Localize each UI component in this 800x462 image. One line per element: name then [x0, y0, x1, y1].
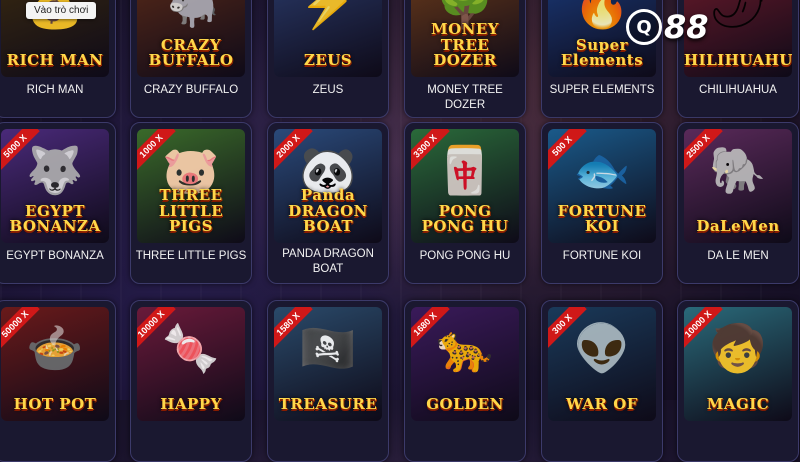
- game-card-magic[interactable]: 🧒 MAGIC 10000 X: [677, 300, 799, 462]
- game-thumbnail[interactable]: 👽 WAR OF 300 X: [548, 307, 656, 421]
- game-logo-text: MONEY TREE DOZER: [430, 19, 500, 70]
- mahjong-icon: 🀄: [436, 144, 494, 196]
- game-card-egypt-bonanza[interactable]: 🐺 EGYPT BONANZA 5000 X EGYPT BONANZA: [0, 122, 116, 284]
- lightning-icon: ⚡: [299, 0, 357, 30]
- hotpot-icon: 🍲: [26, 322, 84, 374]
- game-name: THREE LITTLE PIGS: [135, 250, 247, 262]
- game-thumbnail[interactable]: 🐃 CRAZY BUFFALO: [137, 0, 245, 77]
- panther-icon: 🐆: [436, 322, 494, 374]
- game-card-three-little-pigs[interactable]: 🐷 THREE LITTLE PIGS 1000 X THREE LITTLE PIG…: [130, 122, 252, 284]
- game-logo-text: EGYPT BONANZA: [9, 201, 101, 236]
- game-thumbnail[interactable]: ⚡ ZEUS: [274, 0, 382, 77]
- brand-logo: Q 88: [626, 8, 709, 46]
- game-thumbnail[interactable]: 🐟 FORTUNE KOI 500 X: [548, 129, 656, 243]
- game-thumbnail[interactable]: 🐼 Panda DRAGON BOAT 2000 X: [274, 129, 382, 243]
- anubis-icon: 🐺: [26, 144, 84, 196]
- game-logo-text: RICH MAN: [6, 51, 104, 70]
- game-card-treasure[interactable]: 🏴‍☠️ TREASURE 1580 X: [267, 300, 389, 462]
- game-logo-text: THREE LITTLE PIGS: [158, 185, 224, 236]
- game-card-war-of[interactable]: 👽 WAR OF 300 X: [541, 300, 663, 462]
- game-card-da-le-men[interactable]: 🐘 DaLeMen 2500 X DA LE MEN: [677, 122, 799, 284]
- enter-game-tooltip: Vào trò chơi: [26, 2, 97, 19]
- game-logo-text: Panda DRAGON BOAT: [288, 185, 368, 236]
- game-name: SUPER ELEMENTS: [549, 84, 655, 96]
- game-card-hot-pot[interactable]: 🍲 HOT POT 50000 X: [0, 300, 116, 462]
- game-name: CHILIHUAHUA: [699, 84, 777, 96]
- game-logo-text: PONG PONG HU: [421, 201, 509, 236]
- game-name: ZEUS: [312, 84, 344, 96]
- game-name: MONEY TREE DOZER: [427, 84, 503, 111]
- game-card-zeus[interactable]: ⚡ ZEUS ZEUS: [267, 0, 389, 118]
- game-logo-text: FORTUNE KOI: [557, 201, 647, 236]
- game-thumbnail[interactable]: 🐆 GOLDEN 1680 X: [411, 307, 519, 421]
- candy-icon: 🍬: [162, 322, 220, 374]
- game-name: EGYPT BONANZA: [6, 250, 104, 262]
- alien-icon: 👽: [573, 322, 631, 374]
- game-thumbnail[interactable]: 🐷 THREE LITTLE PIGS 1000 X: [137, 129, 245, 243]
- game-name: PANDA DRAGON BOAT: [282, 248, 374, 275]
- boy-icon: 🧒: [709, 322, 767, 374]
- buffalo-icon: 🐃: [162, 0, 220, 30]
- game-thumbnail[interactable]: 🍲 HOT POT 50000 X: [1, 307, 109, 421]
- game-thumbnail[interactable]: 🏴‍☠️ TREASURE 1580 X: [274, 307, 382, 421]
- game-thumbnail[interactable]: 🐺 EGYPT BONANZA 5000 X: [1, 129, 109, 243]
- game-card-fortune-koi[interactable]: 🐟 FORTUNE KOI 500 X FORTUNE KOI: [541, 122, 663, 284]
- koi-icon: 🐟: [573, 144, 631, 196]
- game-name: DA LE MEN: [707, 250, 769, 262]
- elephant-icon: 🐘: [709, 144, 767, 196]
- game-card-pong-pong-hu[interactable]: 🀄 PONG PONG HU 3300 X PONG PONG HU: [404, 122, 526, 284]
- game-thumbnail[interactable]: 🧒 MAGIC 10000 X: [684, 307, 792, 421]
- game-card-panda-dragon-boat[interactable]: 🐼 Panda DRAGON BOAT 2000 X PANDA DRAGON BOA…: [267, 122, 389, 284]
- game-logo-text: DaLeMen: [696, 217, 780, 236]
- brand-number: 88: [664, 8, 709, 46]
- game-card-golden[interactable]: 🐆 GOLDEN 1680 X: [404, 300, 526, 462]
- game-thumbnail[interactable]: 🀄 PONG PONG HU 3300 X: [411, 129, 519, 243]
- game-logo-text: ZEUS: [303, 51, 353, 70]
- game-logo-text: CHILIHUAHUA: [684, 51, 792, 70]
- game-thumbnail[interactable]: 🍬 HAPPY 10000 X: [137, 307, 245, 421]
- game-thumbnail[interactable]: 🌳 MONEY TREE DOZER: [411, 0, 519, 77]
- pirate-icon: 🏴‍☠️: [299, 322, 357, 374]
- game-name: CRAZY BUFFALO: [143, 84, 239, 96]
- game-card-money-tree-dozer[interactable]: 🌳 MONEY TREE DOZER MONEY TREE DOZER: [404, 0, 526, 118]
- game-name: PONG PONG HU: [419, 250, 511, 262]
- game-card-crazy-buffalo[interactable]: 🐃 CRAZY BUFFALO CRAZY BUFFALO: [130, 0, 252, 118]
- game-thumbnail[interactable]: 🐘 DaLeMen 2500 X: [684, 129, 792, 243]
- brand-badge: Q: [626, 9, 662, 45]
- game-name: FORTUNE KOI: [562, 250, 642, 262]
- game-name: RICH MAN: [26, 84, 84, 96]
- game-logo-text: CRAZY BUFFALO: [148, 35, 234, 70]
- game-card-happy[interactable]: 🍬 HAPPY 10000 X: [130, 300, 252, 462]
